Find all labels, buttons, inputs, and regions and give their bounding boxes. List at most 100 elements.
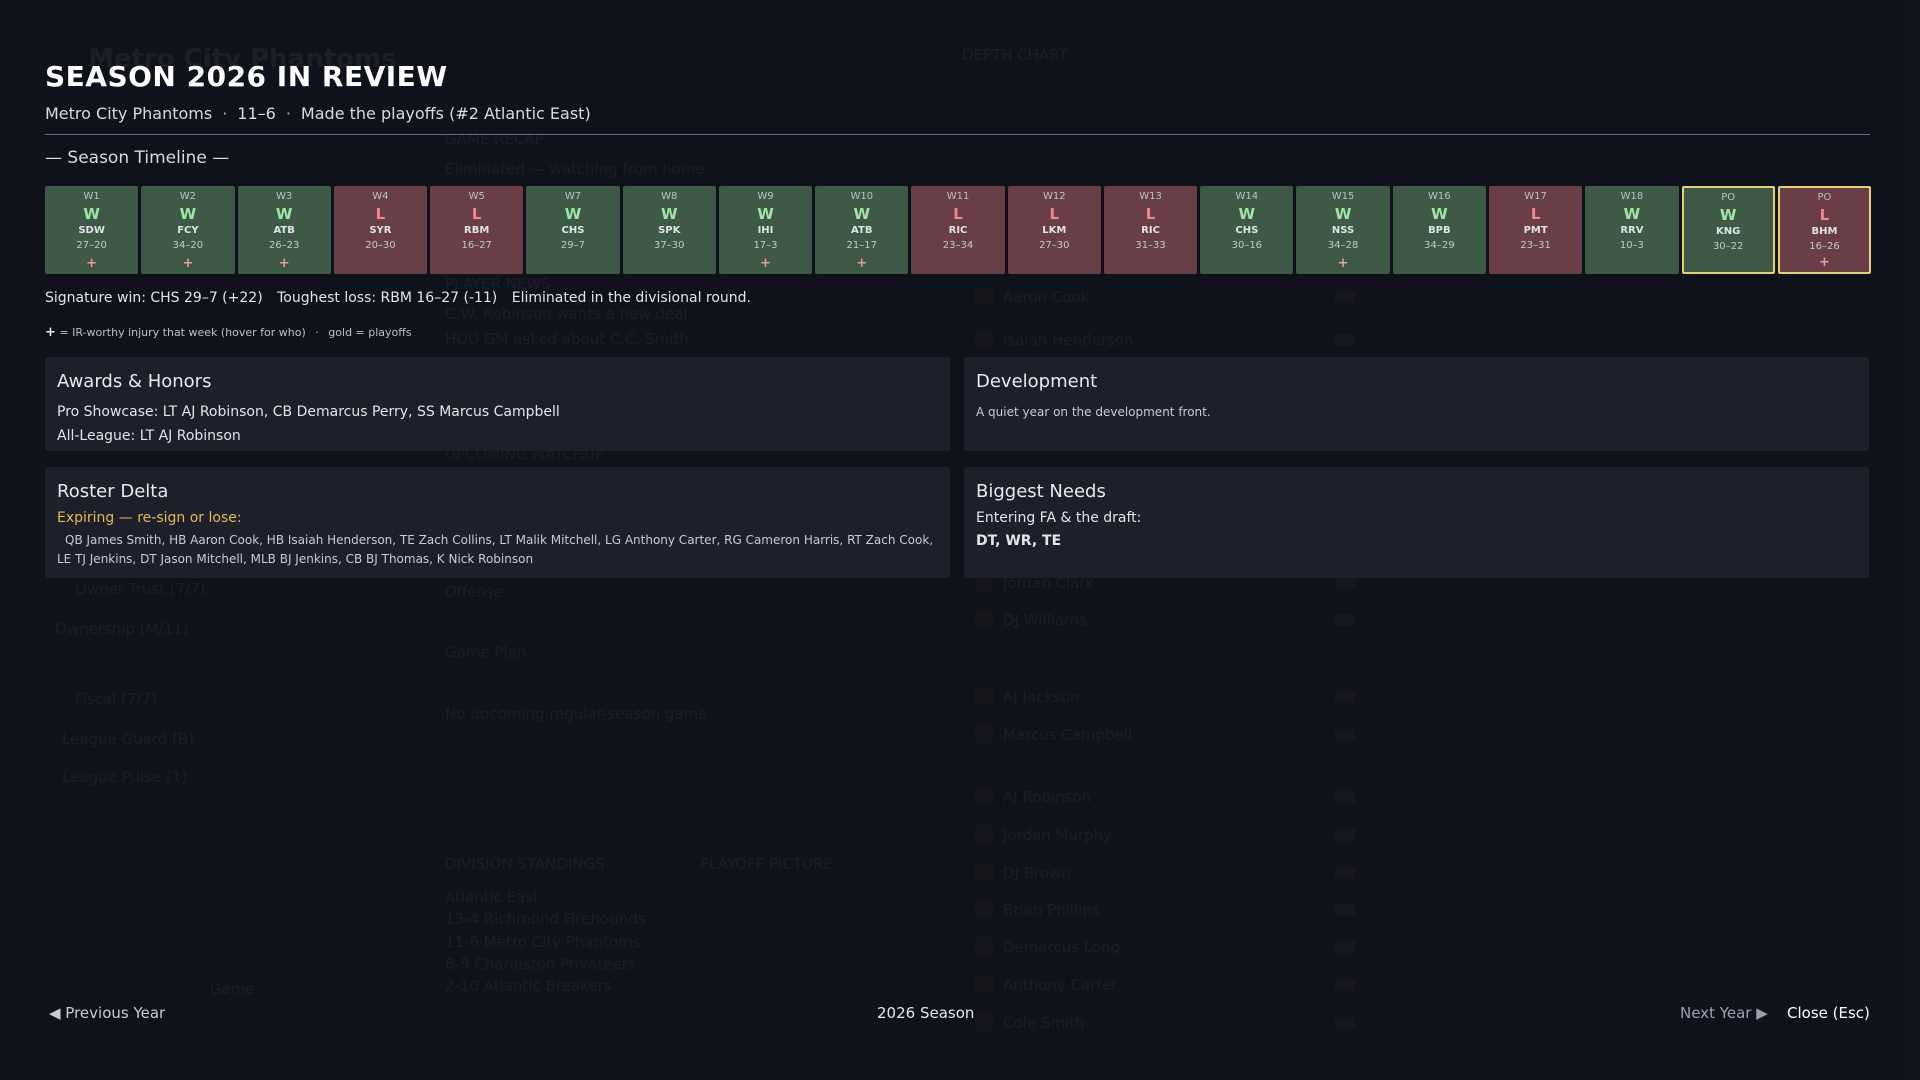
game-result: L (1049, 205, 1060, 223)
game-opponent: IHI (757, 225, 774, 236)
injury-plus-icon[interactable]: + (239, 257, 330, 271)
development-title: Development (976, 371, 1098, 392)
game-tile[interactable]: W12 L LKM 27–30 (1007, 186, 1101, 274)
separator: · (222, 104, 228, 123)
separator: · (285, 104, 291, 123)
game-opponent: PMT (1523, 225, 1548, 236)
legend-gold-text: gold = playoffs (328, 326, 412, 339)
roster-delta-card: Roster Delta Expiring — re-sign or lose:… (45, 467, 950, 578)
game-opponent: ATB (273, 225, 295, 236)
game-week: W11 (946, 191, 970, 202)
game-opponent: SDW (78, 225, 105, 236)
needs-label: Entering FA & the draft: (976, 510, 1142, 526)
game-tile[interactable]: W14 W CHS 30–16 (1200, 186, 1294, 274)
game-opponent: NSS (1331, 225, 1355, 236)
game-score: 10–3 (1619, 240, 1644, 251)
game-tile[interactable]: W2 W FCY 34–20 + (141, 186, 235, 274)
game-opponent: RIC (948, 225, 968, 236)
game-score: 26–23 (268, 240, 300, 251)
game-score: 30–22 (1712, 241, 1744, 252)
game-result: L (375, 205, 386, 223)
game-tile[interactable]: PO W KNG 30–22 (1681, 186, 1775, 274)
pro-showcase: Pro Showcase: LT AJ Robinson, CB Demarcu… (57, 404, 560, 420)
game-tile[interactable]: W16 W BPB 34–29 (1392, 186, 1486, 274)
game-score: 16–27 (461, 240, 492, 251)
toughest-loss: Toughest loss: RBM 16–27 (-11) (277, 290, 498, 306)
elimination-note: Eliminated in the divisional round. (511, 290, 752, 306)
next-year-button[interactable]: Next Year ▶ (1680, 1004, 1768, 1022)
game-score: 23–34 (942, 240, 974, 251)
game-score: 17–3 (753, 240, 778, 251)
game-opponent: BHM (1811, 226, 1838, 237)
game-result: L (1819, 206, 1830, 224)
game-tile[interactable]: W15 W NSS 34–28 + (1296, 186, 1390, 274)
season-label: 2026 Season (877, 1004, 975, 1022)
injury-plus-icon[interactable]: + (46, 257, 137, 271)
game-tile[interactable]: W13 L RIC 31–33 (1103, 186, 1198, 274)
needs-positions: DT, WR, TE (976, 533, 1062, 549)
game-week: W16 (1428, 191, 1451, 202)
game-opponent: SPK (658, 225, 681, 236)
game-tile[interactable]: W8 W SPK 37–30 (622, 186, 716, 274)
injury-plus-icon[interactable]: + (720, 257, 811, 271)
roster-delta-title: Roster Delta (57, 481, 169, 502)
game-result: W (83, 205, 100, 223)
game-opponent: KNG (1716, 226, 1741, 237)
modal-title: SEASON 2026 IN REVIEW (45, 60, 448, 93)
game-week: W7 (564, 191, 582, 202)
game-tile[interactable]: W18 W RRV 10–3 (1585, 186, 1679, 274)
game-week: W9 (757, 191, 774, 202)
game-result: W (564, 205, 582, 223)
game-tile[interactable]: W9 W IHI 17–3 + (718, 186, 813, 274)
game-score: 27–30 (1039, 240, 1070, 251)
injury-plus-icon[interactable]: + (1780, 256, 1869, 270)
season-subtitle: Metro City Phantoms · 11–6 · Made the playof… (45, 104, 591, 123)
game-tile[interactable]: W11 L RIC 23–34 (911, 186, 1005, 274)
game-score: 21–17 (846, 240, 877, 251)
game-tile[interactable]: W1 W SDW 27–20 + (45, 186, 139, 274)
all-league: All-League: LT AJ Robinson (57, 428, 241, 444)
game-result: W (275, 205, 293, 223)
previous-year-button[interactable]: ◀ Previous Year (49, 1004, 165, 1022)
game-week: W17 (1524, 191, 1547, 202)
development-text: A quiet year on the development front. (976, 405, 1211, 419)
awards-title: Awards & Honors (57, 371, 212, 392)
game-week: W5 (468, 191, 485, 202)
game-tile[interactable]: W10 W ATB 21–17 + (815, 186, 909, 274)
game-week: W12 (1042, 191, 1066, 202)
game-week: PO (1721, 192, 1736, 203)
game-tile[interactable]: W7 W CHS 29–7 (526, 186, 620, 274)
legend-injury-text: = IR-worthy injury that week (hover for … (59, 326, 306, 339)
injury-plus-icon[interactable]: + (142, 257, 233, 271)
awards-card: Awards & Honors Pro Showcase: LT AJ Robi… (45, 357, 950, 451)
game-result: W (853, 205, 871, 223)
biggest-needs-title: Biggest Needs (976, 481, 1106, 502)
season-result: Made the playoffs (#2 Atlantic East) (300, 104, 591, 123)
game-score: 16–26 (1809, 241, 1840, 252)
game-tile[interactable]: W5 L RBM 16–27 (430, 186, 524, 274)
game-result: W (1719, 206, 1737, 224)
game-tile[interactable]: W4 L SYR 20–30 (333, 186, 428, 274)
injury-plus-icon[interactable]: + (1297, 257, 1388, 271)
injury-plus-icon[interactable]: + (816, 257, 907, 271)
game-result: W (1238, 205, 1256, 223)
game-opponent: ATB (851, 225, 873, 236)
game-score: 34–29 (1424, 240, 1455, 251)
game-tile[interactable]: PO L BHM 16–26 + (1777, 186, 1872, 274)
game-score: 31–33 (1135, 240, 1166, 251)
game-result: L (1530, 205, 1541, 223)
season-timeline: W1 W SDW 27–20 + W2 W FCY 34–20 + W3 W ATB 26–23 + W4 L S… (45, 186, 1872, 274)
game-score: 20–30 (365, 240, 396, 251)
game-result: L (471, 205, 482, 223)
team-name: Metro City Phantoms (45, 104, 213, 123)
injury-plus-icon: + (45, 325, 56, 340)
game-score: 30–16 (1231, 240, 1263, 251)
game-result: W (757, 205, 774, 223)
game-week: W14 (1235, 191, 1259, 202)
game-tile[interactable]: W3 W ATB 26–23 + (237, 186, 331, 274)
game-score: 34–20 (172, 240, 204, 251)
close-button[interactable]: Close (Esc) (1787, 1004, 1870, 1022)
game-tile[interactable]: W17 L PMT 23–31 (1488, 186, 1583, 274)
game-week: W8 (661, 191, 678, 202)
game-opponent: FCY (177, 225, 199, 236)
